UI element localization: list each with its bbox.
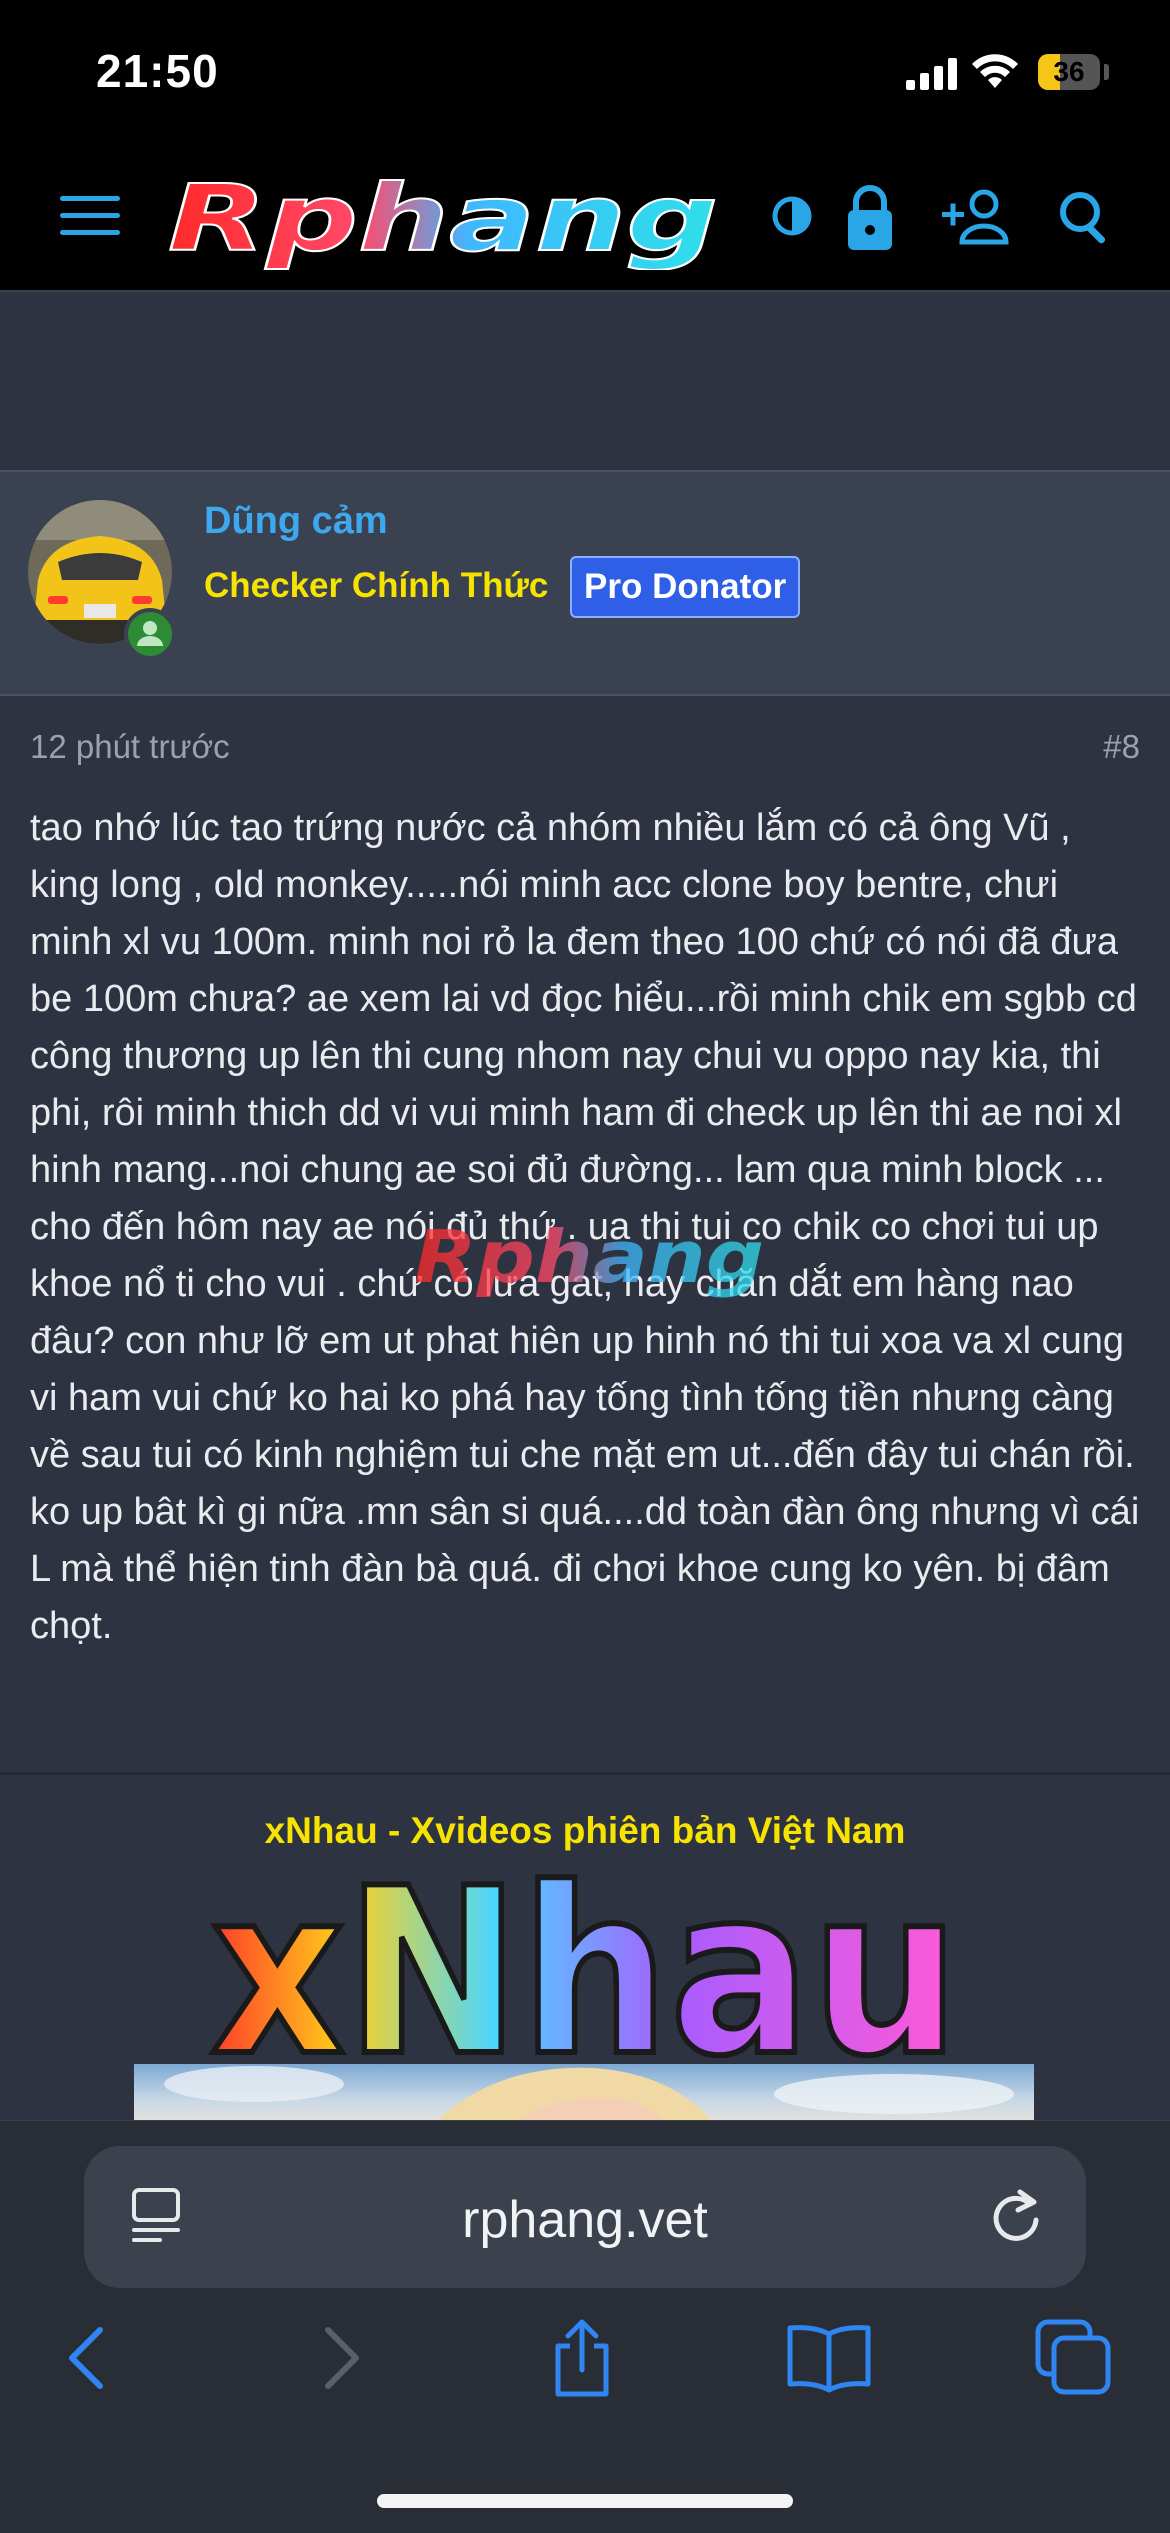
ad-banner-logo[interactable]: xNhau <box>200 1860 970 2070</box>
status-bar: 21:50 36 <box>0 0 1170 150</box>
ad-banner-image[interactable] <box>134 2064 1034 2124</box>
svg-text:Rphang: Rphang <box>414 1220 764 1299</box>
post-number[interactable]: #8 <box>1103 728 1140 766</box>
theme-toggle-icon[interactable] <box>768 178 816 258</box>
home-indicator[interactable] <box>377 2494 793 2508</box>
register-user-icon[interactable] <box>940 178 1016 258</box>
post-author-title: Checker Chính Thức <box>204 566 549 605</box>
battery-percent: 36 <box>1053 56 1085 87</box>
wifi-icon <box>972 54 1018 88</box>
online-status-indicator <box>124 608 176 660</box>
pro-donator-badge: Pro Donator <box>570 556 801 618</box>
cellular-signal-icon <box>906 58 957 90</box>
share-icon[interactable] <box>546 2318 618 2398</box>
bookmarks-icon[interactable] <box>784 2318 874 2398</box>
battery-tip <box>1104 64 1109 80</box>
reload-icon[interactable] <box>986 2184 1046 2248</box>
post-author-name[interactable]: Dũng cảm <box>204 500 388 543</box>
menu-icon[interactable] <box>60 196 120 240</box>
forward-icon[interactable] <box>316 2318 366 2398</box>
ad-title[interactable]: xNhau - Xvideos phiên bản Việt Nam <box>0 1810 1170 1852</box>
status-time: 21:50 <box>96 45 219 97</box>
post-divider <box>0 1772 1170 1775</box>
battery-icon: 36 <box>1038 54 1100 90</box>
back-icon[interactable] <box>62 2318 112 2398</box>
search-icon[interactable] <box>1054 178 1114 258</box>
ad-space <box>0 292 1170 470</box>
site-logo-text: Rphang <box>168 170 718 270</box>
ad-banner-logo-text: xNhau <box>210 1860 960 2070</box>
site-logo[interactable]: Rphang <box>160 170 730 270</box>
post-timestamp[interactable]: 12 phút trước <box>30 728 230 766</box>
lock-login-icon[interactable] <box>840 178 900 258</box>
user-icon <box>137 621 163 646</box>
tabs-icon[interactable] <box>1034 2318 1114 2398</box>
watermark-logo: Rphang <box>414 1220 764 1299</box>
ad-photo <box>164 2066 1014 2124</box>
